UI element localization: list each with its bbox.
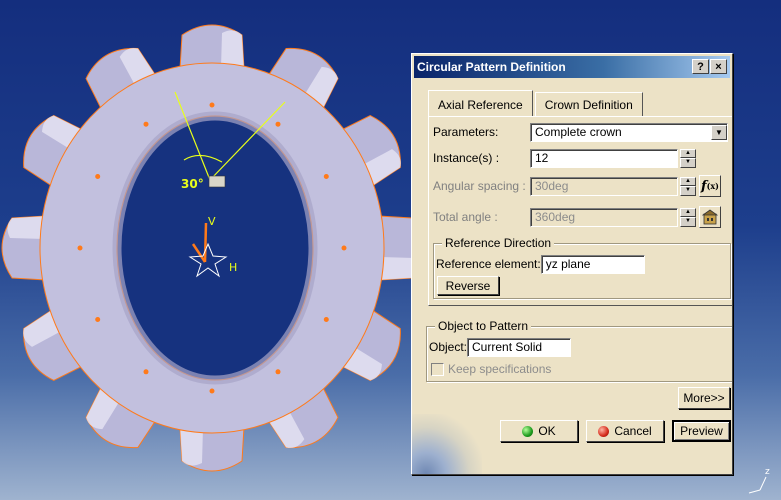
total-angle-row: Total angle : 360deg ▲ ▼ [433, 206, 721, 228]
instance-marker-dot [323, 317, 329, 322]
spin-down-icon: ▼ [680, 217, 696, 227]
cancel-button[interactable]: Cancel [586, 420, 664, 442]
angular-spacing-label: Angular spacing : [433, 179, 526, 193]
total-angle-label: Total angle : [433, 210, 498, 224]
parameters-row: Parameters: Complete crown ▼ [433, 122, 728, 142]
instance-marker-dot [275, 369, 281, 375]
object-input[interactable]: Current Solid [467, 337, 572, 357]
instances-label: Instance(s) : [433, 151, 500, 165]
instance-marker-dot [95, 174, 101, 179]
axis-marker-x [748, 489, 761, 494]
compass-v-axis [203, 222, 208, 263]
instance-marker-dot [143, 121, 149, 127]
object-row: Object: Current Solid [429, 337, 572, 357]
spin-up-icon: ▲ [680, 176, 696, 186]
ok-button[interactable]: OK [500, 420, 578, 442]
spin-up-icon: ▲ [680, 207, 696, 217]
reference-element-row: Reference element: yz plane [436, 254, 645, 274]
instances-input[interactable]: 12 [530, 148, 678, 168]
instances-row: Instance(s) : 12 ▲ ▼ [433, 148, 696, 168]
angular-spacing-spinner: ▲ ▼ [680, 176, 696, 196]
more-button[interactable]: More>> [678, 387, 730, 409]
object-to-pattern-legend: Object to Pattern [435, 319, 532, 333]
reference-element-label: Reference element: [436, 257, 541, 271]
angular-spacing-row: Angular spacing : 30deg ▲ ▼ f (x) [433, 175, 721, 197]
parameters-select[interactable]: Complete crown ▼ [530, 122, 728, 142]
instance-marker-dot [95, 317, 101, 322]
spin-down-icon: ▼ [680, 186, 696, 196]
dialog-title: Circular Pattern Definition [417, 60, 566, 74]
measure-tool-icon[interactable] [699, 206, 721, 228]
cancel-label: Cancel [614, 424, 652, 438]
tab-crown-definition[interactable]: Crown Definition [534, 92, 643, 116]
spin-down-icon[interactable]: ▼ [680, 158, 696, 168]
instance-marker-dot [77, 245, 83, 251]
total-angle-spinner: ▲ ▼ [680, 207, 696, 227]
axis-marker-z [759, 476, 767, 491]
chevron-down-icon[interactable]: ▼ [711, 124, 727, 140]
dialog-titlebar[interactable]: Circular Pattern Definition ? × [414, 56, 730, 78]
help-button[interactable]: ? [692, 59, 709, 74]
ok-label: OK [538, 424, 556, 438]
instances-spinner[interactable]: ▲ ▼ [680, 148, 696, 168]
reverse-button[interactable]: Reverse [437, 276, 499, 295]
keep-specifications-row: Keep specifications [431, 362, 551, 376]
spin-up-icon[interactable]: ▲ [680, 148, 696, 158]
instance-marker-dot [209, 388, 215, 394]
ok-icon [522, 425, 534, 437]
angular-spacing-input: 30deg [530, 176, 678, 196]
object-to-pattern-group: Object to Pattern Object: Current Solid … [426, 319, 732, 382]
building-icon [702, 209, 718, 225]
keep-specifications-label: Keep specifications [448, 362, 552, 376]
reference-element-input[interactable]: yz plane [540, 254, 645, 274]
parameters-label: Parameters: [433, 125, 499, 139]
instance-marker-dot [275, 121, 281, 127]
close-button[interactable]: × [710, 59, 727, 74]
tab-axial-reference[interactable]: Axial Reference [428, 90, 533, 116]
instance-marker-dot [209, 102, 215, 108]
total-angle-input: 360deg [530, 207, 678, 227]
compass-h-label: H [229, 261, 237, 274]
keep-specifications-checkbox [431, 362, 444, 376]
instance-marker-dot [323, 174, 329, 179]
tab-strip: Axial Reference Crown Definition [428, 90, 645, 116]
reference-direction-group: Reference Direction Reference element: y… [433, 236, 731, 299]
circular-pattern-dialog: Circular Pattern Definition ? × Axial Re… [411, 53, 733, 475]
axial-reference-panel: Parameters: Complete crown ▼ Instance(s)… [428, 116, 732, 306]
globe-decoration [412, 414, 482, 474]
angle-label: 30° [181, 177, 204, 191]
compass-v-label: V [208, 215, 216, 228]
preview-button[interactable]: Preview [672, 420, 731, 442]
cancel-icon [598, 425, 610, 437]
object-label: Object: [429, 340, 468, 354]
instance-marker-dot [341, 245, 347, 251]
formula-icon[interactable]: f (x) [699, 175, 721, 197]
reference-direction-legend: Reference Direction [442, 236, 555, 250]
angle-formula-icon[interactable] [208, 175, 226, 188]
instance-marker-dot [143, 369, 149, 375]
axis-marker-z-label: z [765, 467, 770, 477]
parameters-value: Complete crown [535, 125, 622, 139]
